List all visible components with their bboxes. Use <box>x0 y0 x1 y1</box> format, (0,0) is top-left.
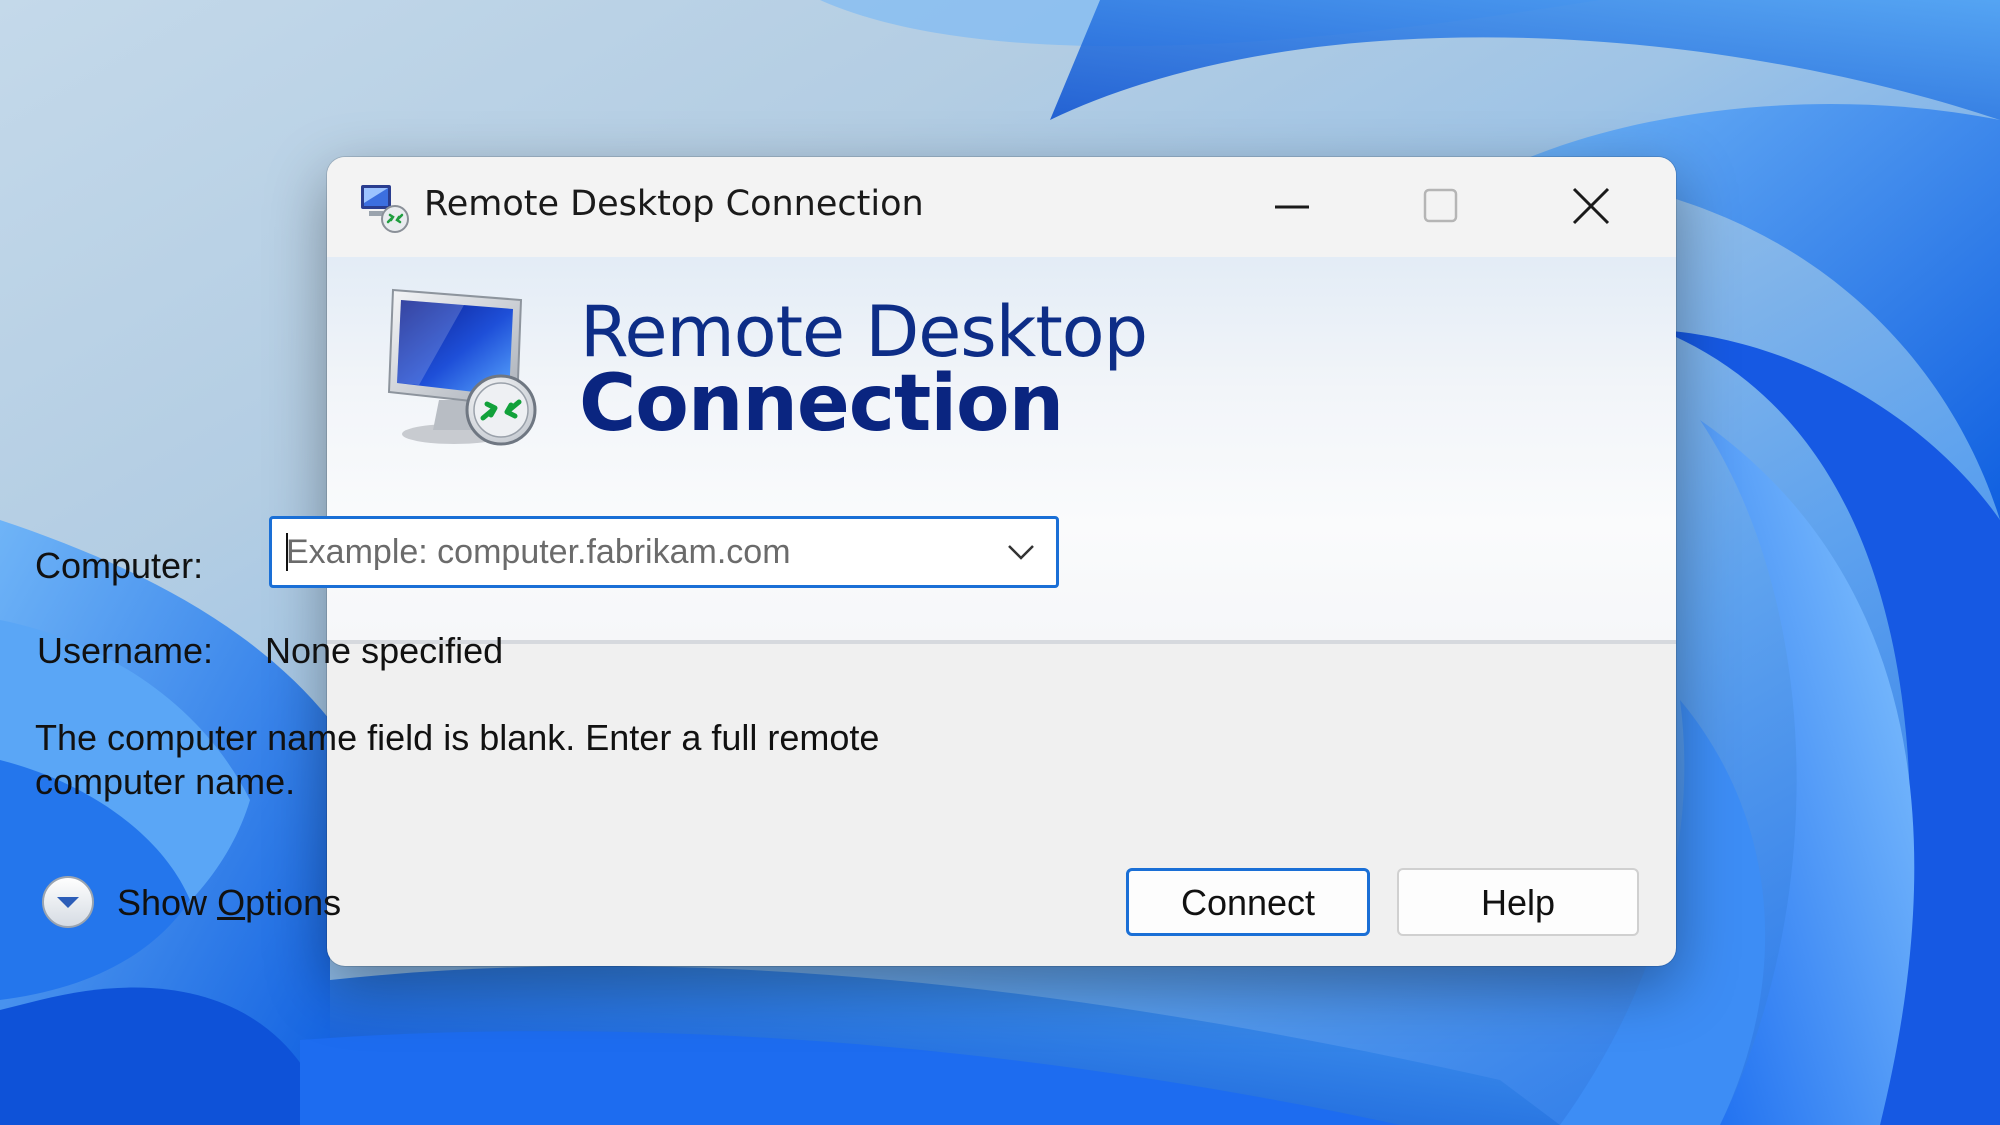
show-options-text-suffix: ptions <box>245 882 342 923</box>
username-label: Username: <box>37 630 214 671</box>
username-value: None specified <box>265 630 504 671</box>
computer-label: Computer: <box>35 545 204 586</box>
banner-title-line2: Connection <box>579 359 1064 449</box>
close-icon <box>1572 187 1610 225</box>
computer-combobox[interactable] <box>269 516 1059 588</box>
help-button[interactable]: Help <box>1397 868 1639 936</box>
maximize-icon <box>1423 188 1458 223</box>
show-options-text-prefix: Show <box>117 882 218 923</box>
minimize-icon <box>1275 205 1309 209</box>
text-caret <box>286 533 288 571</box>
monitor-connection-icon <box>387 288 537 446</box>
window-title: Remote Desktop Connection <box>424 184 924 224</box>
show-options-accelerator: O <box>217 882 246 923</box>
title-bar[interactable]: Remote Desktop Connection <box>327 157 1676 257</box>
maximize-button[interactable] <box>1367 157 1517 257</box>
close-button[interactable] <box>1517 157 1667 257</box>
show-options-label: Show Options <box>117 882 341 924</box>
connect-button[interactable]: Connect <box>1126 868 1370 936</box>
chevron-down-icon[interactable] <box>994 527 1048 577</box>
minimize-button[interactable] <box>1217 157 1367 257</box>
status-message: The computer name field is blank. Enter … <box>35 717 880 802</box>
remote-desktop-icon <box>361 185 409 233</box>
expand-circle-icon[interactable] <box>40 874 96 930</box>
computer-input[interactable] <box>272 519 992 585</box>
